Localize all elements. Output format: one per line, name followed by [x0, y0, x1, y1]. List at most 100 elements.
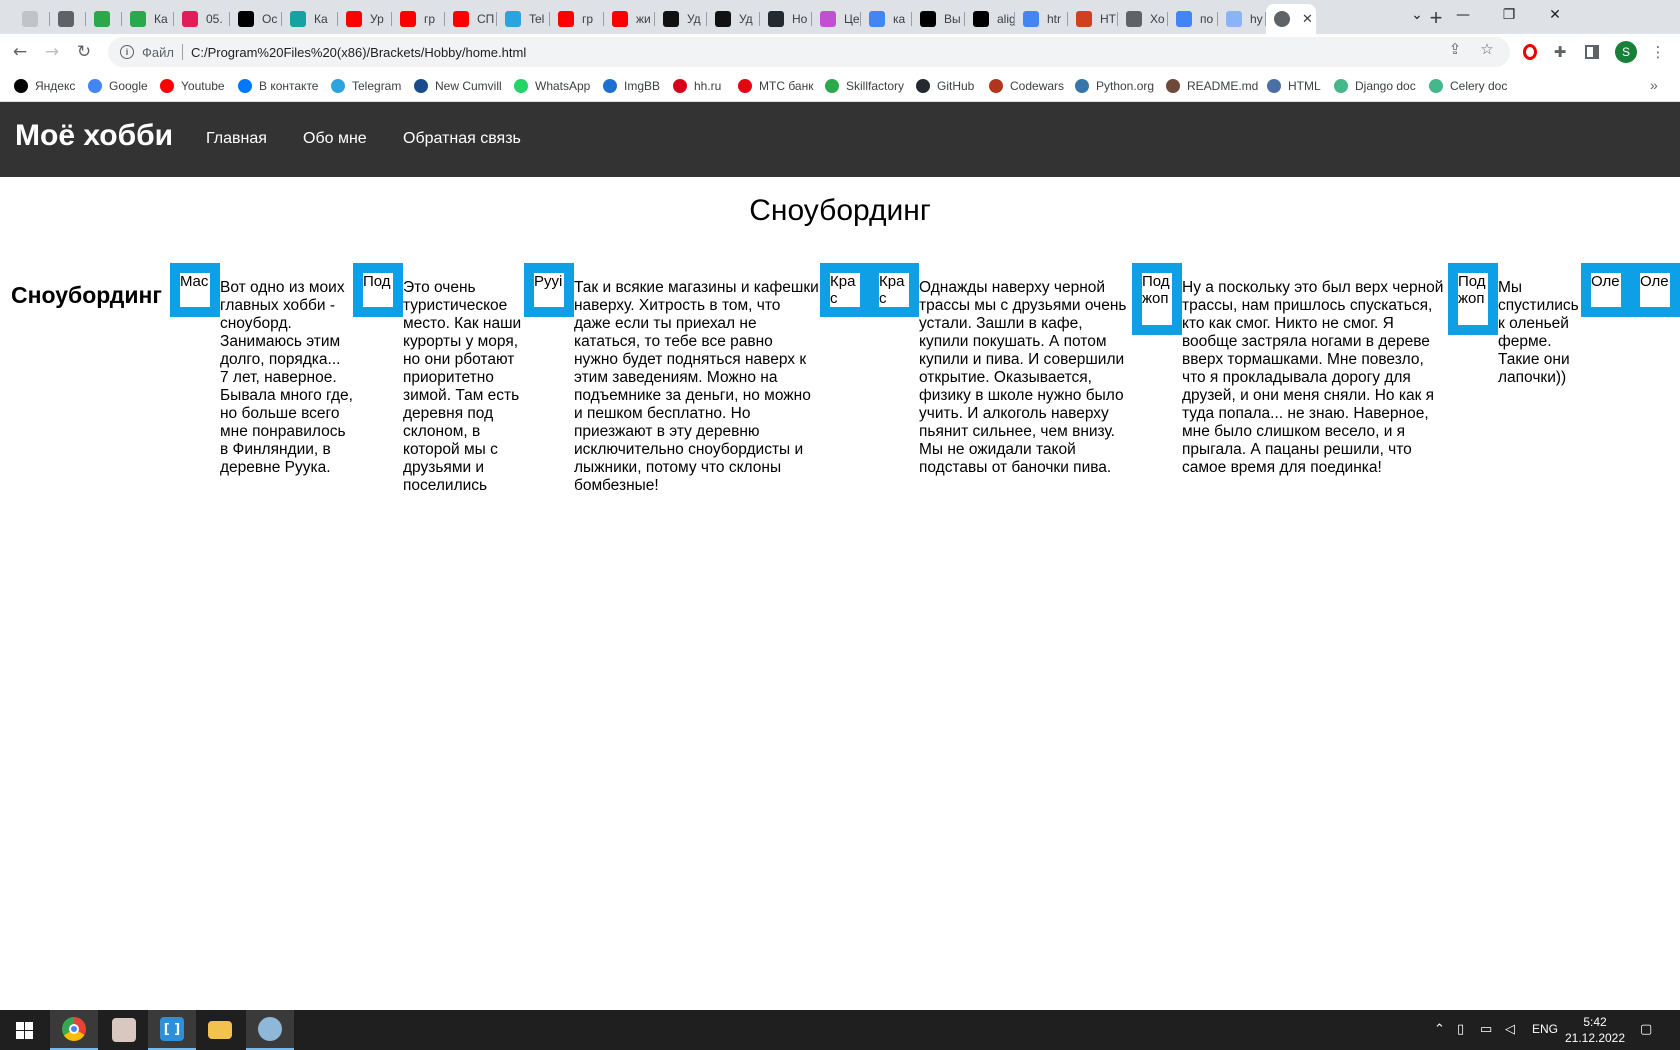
site-logo[interactable]: Моё хобби — [15, 119, 173, 153]
bookmark-item[interactable]: HTML — [1267, 77, 1321, 95]
hobby-paragraph-2: Это очень туристическое место. Как наши … — [403, 279, 522, 494]
bookmark-label: В контакте — [259, 79, 319, 93]
taskbar-chrome[interactable] — [50, 1010, 98, 1050]
telegram-icon — [331, 79, 345, 93]
bookmark-item[interactable]: Google — [88, 77, 148, 95]
taskbar-brackets[interactable]: [ ] — [148, 1010, 196, 1050]
taskbar-file-explorer[interactable] — [196, 1010, 244, 1050]
bookmark-item[interactable]: Яндекс — [14, 77, 75, 95]
bookmark-item[interactable]: Codewars — [989, 77, 1064, 95]
mts-icon — [738, 79, 752, 93]
tab-title: alig — [997, 12, 1015, 26]
bookmark-label: HTML — [1288, 79, 1321, 93]
browser-tab[interactable]: ка — [861, 4, 912, 34]
browser-tab[interactable]: htr — [1015, 4, 1068, 34]
tab-title: Це — [844, 12, 860, 26]
chevron-more-icon[interactable]: » — [1650, 77, 1658, 93]
close-window-button[interactable]: ✕ — [1532, 0, 1578, 30]
tray-device-icon[interactable]: ▯ — [1457, 1022, 1464, 1037]
browser-tab[interactable]: Уд — [707, 4, 760, 34]
volume-icon[interactable]: ◁ — [1505, 1022, 1515, 1037]
minimize-button[interactable]: — — [1440, 0, 1486, 30]
django-icon — [1334, 79, 1348, 93]
browser-tab[interactable]: Ур — [338, 4, 392, 34]
browser-tab[interactable] — [86, 4, 122, 34]
paint-icon — [258, 1017, 282, 1041]
browser-tab[interactable]: HT — [1068, 4, 1118, 34]
opera-extension-icon[interactable] — [1520, 42, 1540, 62]
bookmark-label: Telegram — [352, 79, 402, 93]
bookmark-item[interactable]: Telegram — [331, 77, 401, 95]
browser-tab[interactable]: СП — [445, 4, 497, 34]
bookmark-label: Python.org — [1096, 79, 1155, 93]
close-tab-icon[interactable]: ✕ — [1302, 11, 1313, 27]
bookmark-item[interactable]: New Cumvill — [414, 77, 502, 95]
whatsapp-icon — [514, 79, 528, 93]
broken-image: Mac — [170, 263, 220, 317]
start-button[interactable] — [0, 1010, 48, 1050]
url-text[interactable]: C:/Program%20Files%20(x86)/Brackets/Hobb… — [191, 45, 526, 60]
bookmark-item[interactable]: Django doc — [1334, 77, 1416, 95]
nav-link-feedback[interactable]: Обратная связь — [403, 130, 521, 148]
browser-tab[interactable]: Це — [812, 4, 861, 34]
youtube-icon — [400, 11, 416, 27]
bookmark-item[interactable]: hh.ru — [673, 77, 721, 95]
extensions-puzzle-icon[interactable]: ✚ — [1550, 42, 1570, 62]
browser-tab[interactable]: Tel — [497, 4, 550, 34]
browser-tab[interactable]: гр — [392, 4, 445, 34]
bookmark-item[interactable]: WhatsApp — [514, 77, 590, 95]
bookmark-star-icon[interactable]: ☆ — [1478, 40, 1496, 58]
browser-tab[interactable] — [14, 4, 50, 34]
maximize-button[interactable]: ❐ — [1486, 0, 1532, 30]
bookmark-item[interactable]: Python.org — [1075, 77, 1154, 95]
clock-date: 21.12.2022 — [1564, 1031, 1626, 1045]
broken-image: Оле — [1630, 263, 1680, 317]
notifications-icon[interactable]: ▢ — [1640, 1022, 1652, 1037]
tray-chevron-up-icon[interactable]: ⌃ — [1434, 1022, 1445, 1037]
bookmark-item[interactable]: GitHub — [916, 77, 974, 95]
bookmark-item[interactable]: Celery doc — [1429, 77, 1507, 95]
bookmark-item[interactable]: МТС банк — [738, 77, 813, 95]
browser-tab[interactable]: Ка — [282, 4, 338, 34]
bookmark-item[interactable]: В контакте — [238, 77, 318, 95]
browser-tab[interactable]: Но — [760, 4, 812, 34]
tab-search-button[interactable]: ⌄ — [1394, 0, 1440, 30]
side-panel-icon[interactable] — [1582, 42, 1602, 62]
browser-tab[interactable]: hy — [1218, 4, 1266, 34]
bookmark-item[interactable]: Youtube — [160, 77, 225, 95]
bookmark-item[interactable]: Skillfactory — [825, 77, 904, 95]
reload-button[interactable]: ↻ — [70, 38, 98, 66]
browser-tab[interactable]: Уд — [655, 4, 707, 34]
browser-tab[interactable]: Хо — [1118, 4, 1168, 34]
forward-button[interactable]: → — [38, 38, 66, 66]
browser-tab[interactable]: alig — [965, 4, 1015, 34]
bookmark-item[interactable]: README.md — [1166, 77, 1258, 95]
browser-tab[interactable] — [50, 4, 86, 34]
share-icon[interactable]: ⇪ — [1446, 40, 1464, 58]
taskbar-clock[interactable]: 5:42 21.12.2022 — [1560, 1014, 1630, 1046]
browser-tab[interactable]: Ос — [230, 4, 282, 34]
network-icon[interactable]: ▭ — [1480, 1022, 1492, 1037]
menu-kebab-icon[interactable]: ⋮ — [1648, 42, 1668, 62]
browser-tab[interactable]: по — [1168, 4, 1218, 34]
bookmark-item[interactable]: ImgBB — [603, 77, 660, 95]
browser-tab[interactable]: Ка — [122, 4, 174, 34]
browser-tab[interactable]: жи — [604, 4, 655, 34]
browser-tab[interactable]: гр — [550, 4, 604, 34]
nav-link-about[interactable]: Обо мне — [303, 130, 367, 148]
browser-tab[interactable]: 05. — [174, 4, 230, 34]
taskbar-anime-app[interactable] — [100, 1010, 148, 1050]
browser-tab[interactable]: Вы — [912, 4, 965, 34]
nav-link-home[interactable]: Главная — [206, 130, 267, 148]
bookmark-label: hh.ru — [694, 79, 722, 93]
language-indicator[interactable]: ENG — [1532, 1022, 1558, 1036]
bookmark-label: Django doc — [1355, 79, 1416, 93]
google-icon — [1023, 11, 1039, 27]
taskbar-paint[interactable] — [246, 1010, 294, 1050]
info-icon[interactable]: i — [120, 45, 134, 59]
back-button[interactable]: ← — [6, 38, 34, 66]
tab-active[interactable]: ✕ — [1266, 4, 1316, 34]
address-bar[interactable]: i Файл C:/Program%20Files%20(x86)/Bracke… — [108, 37, 1510, 67]
profile-avatar[interactable]: S — [1615, 41, 1637, 63]
bookmark-label: ImgBB — [624, 79, 661, 93]
